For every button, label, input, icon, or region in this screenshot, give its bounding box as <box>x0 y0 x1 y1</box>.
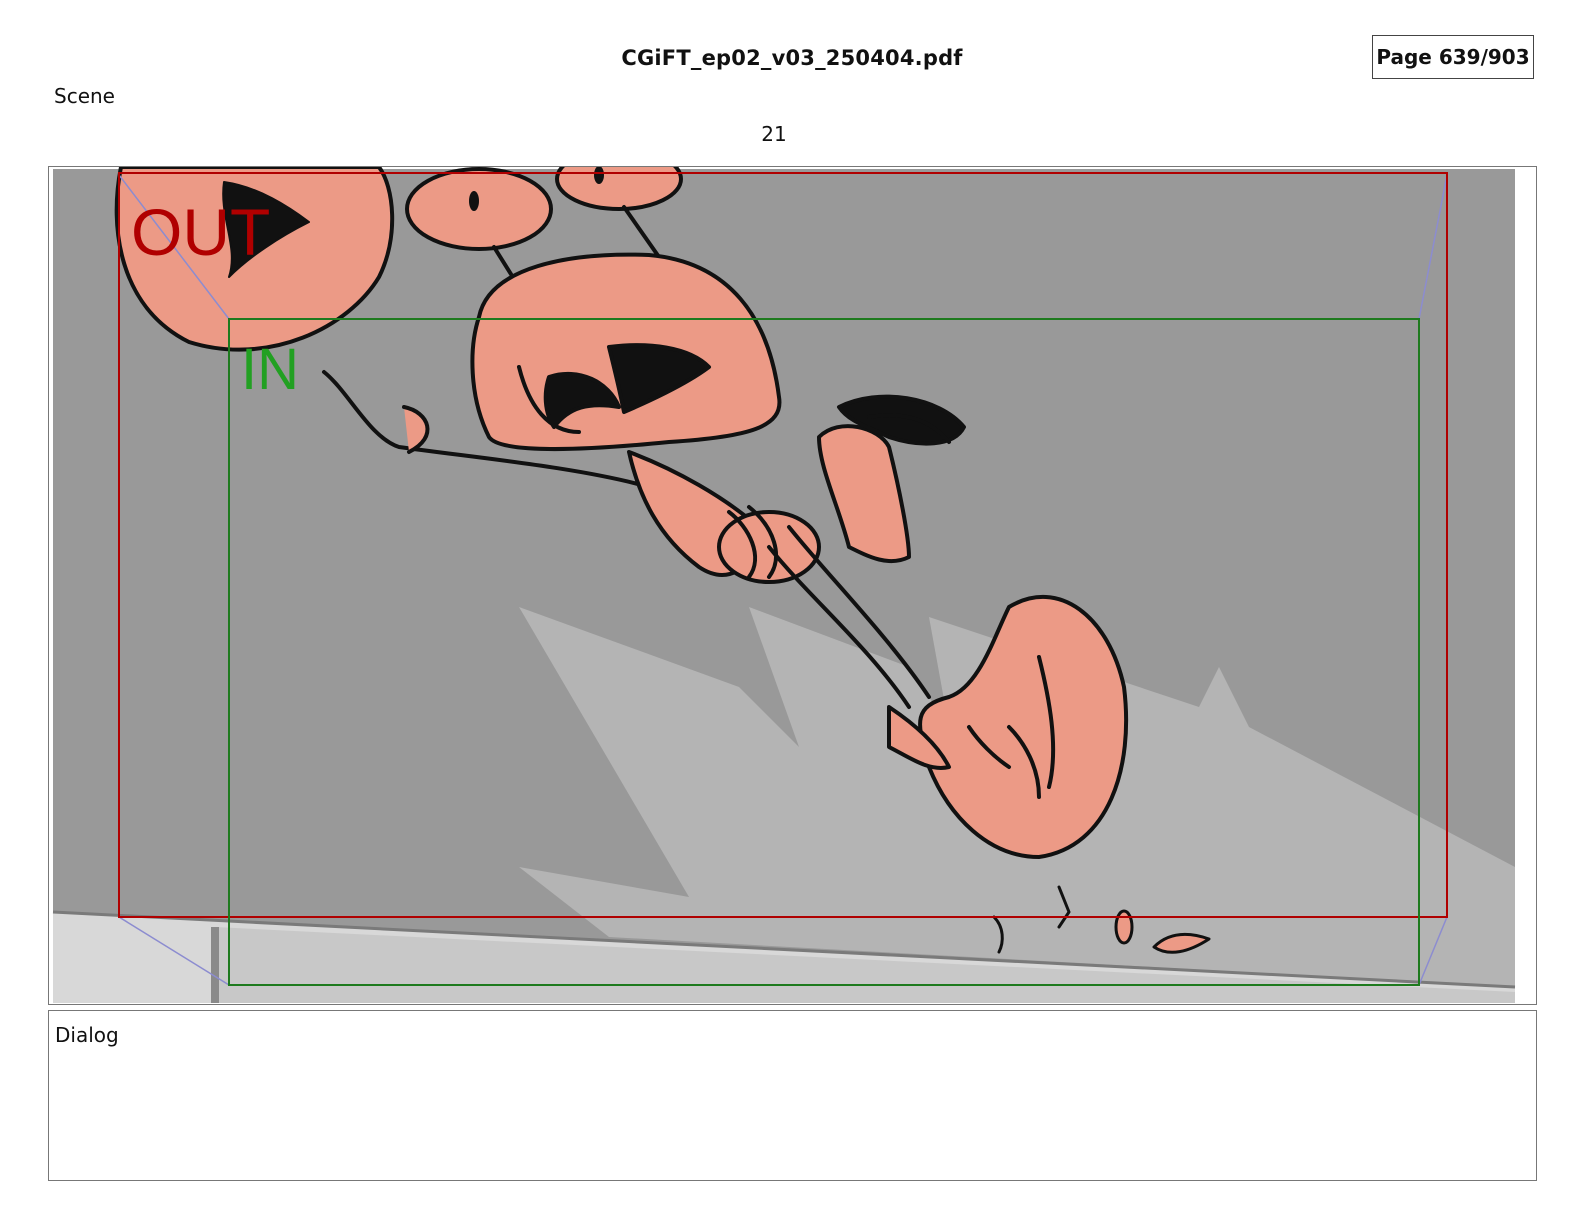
page-indicator: Page 639/903 <box>1372 35 1534 79</box>
document-title: CGiFT_ep02_v03_250404.pdf <box>621 46 963 70</box>
dialog-label: Dialog <box>55 1023 119 1047</box>
in-frame-label: IN <box>241 337 299 402</box>
out-frame-label: OUT <box>131 195 270 269</box>
storyboard-drawing: OUT IN <box>49 167 1535 1003</box>
scene-label: Scene <box>54 84 115 108</box>
storyboard-panel: OUT IN <box>48 166 1537 1005</box>
dialog-box: Dialog <box>48 1010 1537 1181</box>
scene-number: 21 <box>761 122 787 146</box>
